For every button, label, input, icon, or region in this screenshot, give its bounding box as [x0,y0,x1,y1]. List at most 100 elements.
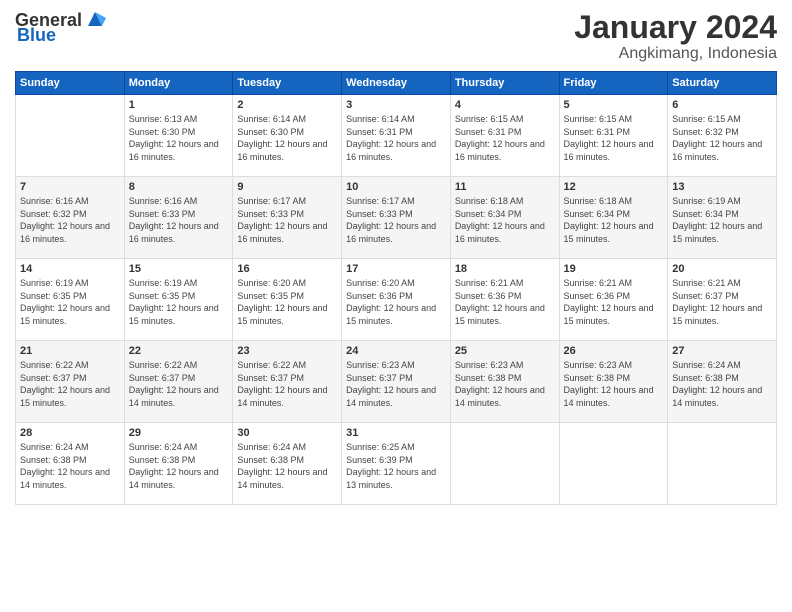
header-cell-monday: Monday [124,72,233,95]
location-subtitle: Angkimang, Indonesia [574,45,777,63]
header-cell-saturday: Saturday [668,72,777,95]
day-number: 19 [564,263,664,275]
day-info: Sunrise: 6:24 AM Sunset: 6:38 PM Dayligh… [237,441,337,491]
day-number: 26 [564,345,664,357]
calendar-cell: 4 Sunrise: 6:15 AM Sunset: 6:31 PM Daylig… [450,95,559,177]
day-info: Sunrise: 6:19 AM Sunset: 6:35 PM Dayligh… [129,277,229,327]
week-row-3: 14 Sunrise: 6:19 AM Sunset: 6:35 PM Dayli… [16,259,777,341]
day-info: Sunrise: 6:15 AM Sunset: 6:31 PM Dayligh… [455,113,555,163]
logo-icon [84,8,106,30]
day-number: 30 [237,427,337,439]
day-number: 12 [564,181,664,193]
calendar-header: SundayMondayTuesdayWednesdayThursdayFrid… [16,72,777,95]
logo-blue-text: Blue [17,25,56,46]
header-row: SundayMondayTuesdayWednesdayThursdayFrid… [16,72,777,95]
day-number: 16 [237,263,337,275]
header-cell-tuesday: Tuesday [233,72,342,95]
day-number: 6 [672,99,772,111]
day-info: Sunrise: 6:16 AM Sunset: 6:32 PM Dayligh… [20,195,120,245]
header-cell-sunday: Sunday [16,72,125,95]
day-info: Sunrise: 6:15 AM Sunset: 6:31 PM Dayligh… [564,113,664,163]
week-row-1: 1 Sunrise: 6:13 AM Sunset: 6:30 PM Daylig… [16,95,777,177]
day-number: 27 [672,345,772,357]
week-row-2: 7 Sunrise: 6:16 AM Sunset: 6:32 PM Daylig… [16,177,777,259]
day-info: Sunrise: 6:24 AM Sunset: 6:38 PM Dayligh… [672,359,772,409]
day-number: 21 [20,345,120,357]
day-number: 20 [672,263,772,275]
day-info: Sunrise: 6:22 AM Sunset: 6:37 PM Dayligh… [129,359,229,409]
day-number: 11 [455,181,555,193]
calendar-cell: 13 Sunrise: 6:19 AM Sunset: 6:34 PM Dayli… [668,177,777,259]
calendar-cell: 14Sunrise: 6:19 AM Sunset: 6:35 PM Dayli… [16,259,125,341]
day-number: 31 [346,427,446,439]
calendar-cell: 9 Sunrise: 6:17 AM Sunset: 6:33 PM Daylig… [233,177,342,259]
header-cell-friday: Friday [559,72,668,95]
day-info: Sunrise: 6:22 AM Sunset: 6:37 PM Dayligh… [20,359,120,409]
day-info: Sunrise: 6:17 AM Sunset: 6:33 PM Dayligh… [346,195,446,245]
calendar-cell: 30 Sunrise: 6:24 AM Sunset: 6:38 PM Dayli… [233,423,342,505]
day-info: Sunrise: 6:25 AM Sunset: 6:39 PM Dayligh… [346,441,446,491]
day-number: 25 [455,345,555,357]
calendar-cell: 17 Sunrise: 6:20 AM Sunset: 6:36 PM Dayli… [342,259,451,341]
day-info: Sunrise: 6:23 AM Sunset: 6:38 PM Dayligh… [564,359,664,409]
day-number: 14 [20,263,120,275]
day-info: Sunrise: 6:19 AM Sunset: 6:34 PM Dayligh… [672,195,772,245]
day-info: Sunrise: 6:20 AM Sunset: 6:36 PM Dayligh… [346,277,446,327]
calendar-cell: 20 Sunrise: 6:21 AM Sunset: 6:37 PM Dayli… [668,259,777,341]
header-cell-wednesday: Wednesday [342,72,451,95]
day-number: 17 [346,263,446,275]
logo: General Blue [15,10,106,46]
main-container: General Blue January 2024 Angkimang, Ind… [0,0,792,515]
header-cell-thursday: Thursday [450,72,559,95]
day-number: 2 [237,99,337,111]
calendar-cell: 11Sunrise: 6:18 AM Sunset: 6:34 PM Dayli… [450,177,559,259]
day-number: 13 [672,181,772,193]
day-number: 5 [564,99,664,111]
calendar-cell: 31 Sunrise: 6:25 AM Sunset: 6:39 PM Dayli… [342,423,451,505]
day-number: 29 [129,427,229,439]
calendar-cell: 29 Sunrise: 6:24 AM Sunset: 6:38 PM Dayli… [124,423,233,505]
day-info: Sunrise: 6:20 AM Sunset: 6:35 PM Dayligh… [237,277,337,327]
day-info: Sunrise: 6:16 AM Sunset: 6:33 PM Dayligh… [129,195,229,245]
day-info: Sunrise: 6:13 AM Sunset: 6:30 PM Dayligh… [129,113,229,163]
calendar-cell: 5 Sunrise: 6:15 AM Sunset: 6:31 PM Daylig… [559,95,668,177]
header: General Blue January 2024 Angkimang, Ind… [15,10,777,63]
day-number: 10 [346,181,446,193]
calendar-cell: 28Sunrise: 6:24 AM Sunset: 6:38 PM Dayli… [16,423,125,505]
calendar-cell: 3Sunrise: 6:14 AM Sunset: 6:31 PM Daylig… [342,95,451,177]
day-number: 3 [346,99,446,111]
calendar-cell: 7 Sunrise: 6:16 AM Sunset: 6:32 PM Daylig… [16,177,125,259]
day-number: 1 [129,99,229,111]
calendar-cell: 25Sunrise: 6:23 AM Sunset: 6:38 PM Dayli… [450,341,559,423]
day-number: 8 [129,181,229,193]
calendar-cell: 15 Sunrise: 6:19 AM Sunset: 6:35 PM Dayli… [124,259,233,341]
title-block: January 2024 Angkimang, Indonesia [574,10,777,63]
day-info: Sunrise: 6:23 AM Sunset: 6:37 PM Dayligh… [346,359,446,409]
day-info: Sunrise: 6:24 AM Sunset: 6:38 PM Dayligh… [129,441,229,491]
day-info: Sunrise: 6:15 AM Sunset: 6:32 PM Dayligh… [672,113,772,163]
calendar-cell [450,423,559,505]
calendar-cell [668,423,777,505]
calendar-cell: 18Sunrise: 6:21 AM Sunset: 6:36 PM Dayli… [450,259,559,341]
month-year-title: January 2024 [574,10,777,45]
day-info: Sunrise: 6:22 AM Sunset: 6:37 PM Dayligh… [237,359,337,409]
day-number: 24 [346,345,446,357]
day-number: 9 [237,181,337,193]
calendar-cell: 27 Sunrise: 6:24 AM Sunset: 6:38 PM Dayli… [668,341,777,423]
calendar-body: 1 Sunrise: 6:13 AM Sunset: 6:30 PM Daylig… [16,95,777,505]
calendar-cell: 22 Sunrise: 6:22 AM Sunset: 6:37 PM Dayli… [124,341,233,423]
day-number: 4 [455,99,555,111]
calendar-cell: 10 Sunrise: 6:17 AM Sunset: 6:33 PM Dayli… [342,177,451,259]
day-number: 7 [20,181,120,193]
calendar-cell [16,95,125,177]
day-number: 22 [129,345,229,357]
calendar-cell [559,423,668,505]
day-info: Sunrise: 6:17 AM Sunset: 6:33 PM Dayligh… [237,195,337,245]
day-number: 15 [129,263,229,275]
day-info: Sunrise: 6:18 AM Sunset: 6:34 PM Dayligh… [564,195,664,245]
calendar-cell: 2Sunrise: 6:14 AM Sunset: 6:30 PM Daylig… [233,95,342,177]
day-number: 18 [455,263,555,275]
day-info: Sunrise: 6:21 AM Sunset: 6:37 PM Dayligh… [672,277,772,327]
calendar-cell: 8 Sunrise: 6:16 AM Sunset: 6:33 PM Daylig… [124,177,233,259]
day-info: Sunrise: 6:24 AM Sunset: 6:38 PM Dayligh… [20,441,120,491]
